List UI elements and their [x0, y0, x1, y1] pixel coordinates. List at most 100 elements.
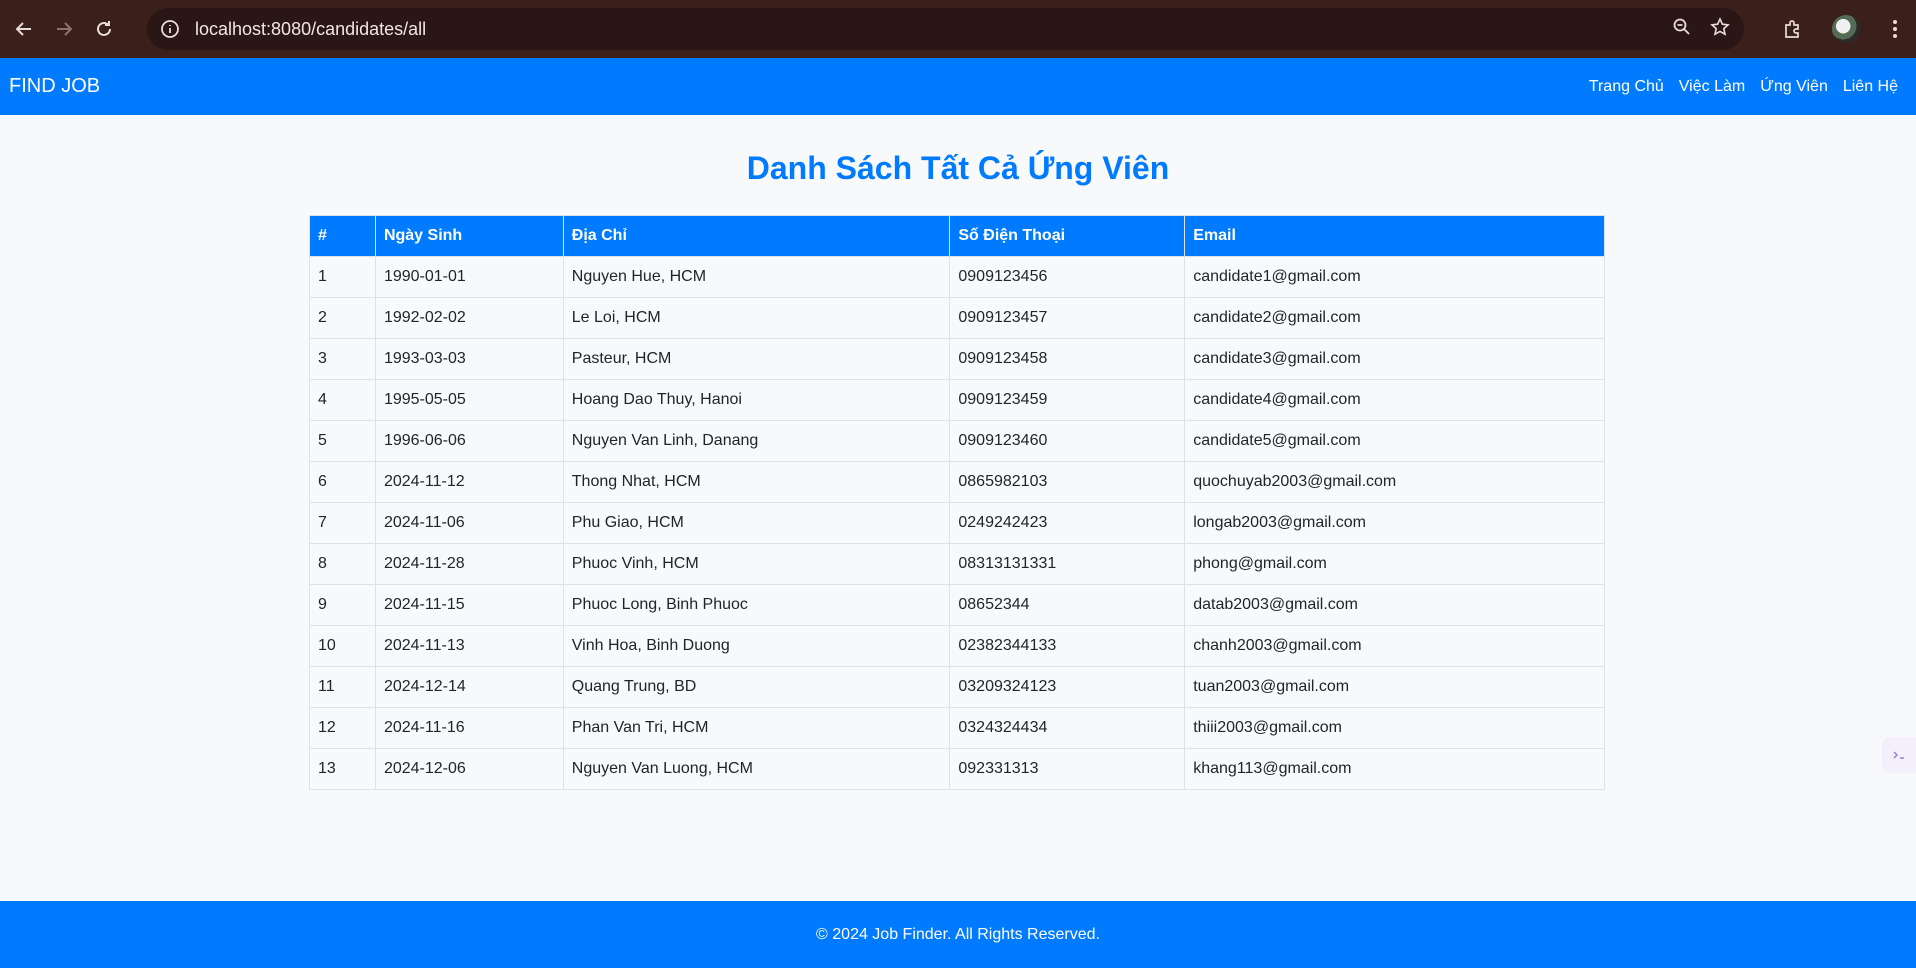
column-header-birthdate: Ngày Sinh — [374, 215, 564, 257]
table-row: 7 2024-11-06 Phu Giao, HCM 0249242423 lo… — [309, 502, 1605, 544]
table-row: 5 1996-06-06 Nguyen Van Linh, Danang 090… — [309, 420, 1605, 462]
cell-email: khang113@gmail.com — [1184, 748, 1605, 790]
table-row: 4 1995-05-05 Hoang Dao Thuy, Hanoi 09091… — [309, 379, 1605, 421]
cell-birthdate: 1996-06-06 — [374, 420, 564, 462]
extensions-icon[interactable] — [1772, 8, 1814, 50]
cell-email: phong@gmail.com — [1184, 543, 1605, 585]
cell-birthdate: 2024-12-14 — [374, 666, 564, 708]
cell-index: 9 — [309, 584, 376, 626]
candidates-table: # Ngày Sinh Địa Chỉ Số Điện Thoại Email … — [309, 215, 1605, 790]
table-row: 10 2024-11-13 Vinh Hoa, Binh Duong 02382… — [309, 625, 1605, 667]
menu-kebab-icon[interactable] — [1874, 8, 1916, 50]
nav-link-home[interactable]: Trang Chủ — [1589, 78, 1664, 96]
bookmark-star-icon[interactable] — [1710, 16, 1730, 42]
cell-address: Phuoc Long, Binh Phuoc — [562, 584, 951, 626]
cell-address: Pasteur, HCM — [562, 338, 951, 380]
nav-link-candidates[interactable]: Ứng Viên — [1760, 78, 1828, 96]
table-row: 6 2024-11-12 Thong Nhat, HCM 0865982103 … — [309, 461, 1605, 503]
footer-copyright: © 2024 Job Finder. All Rights Reserved. — [816, 925, 1100, 943]
page-title: Danh Sách Tất Cả Ứng Viên — [746, 150, 1170, 186]
cell-email: candidate3@gmail.com — [1184, 338, 1605, 380]
table-row: 8 2024-11-28 Phuoc Vinh, HCM 08313131331… — [309, 543, 1605, 585]
cell-birthdate: 2024-11-28 — [374, 543, 564, 585]
cell-phone: 092331313 — [949, 748, 1186, 790]
zoom-icon[interactable] — [1672, 17, 1692, 42]
cell-address: Le Loi, HCM — [562, 297, 951, 339]
cell-email: chanh2003@gmail.com — [1184, 625, 1605, 667]
cell-index: 11 — [309, 666, 376, 708]
cell-birthdate: 2024-11-13 — [374, 625, 564, 667]
cell-phone: 0909123460 — [949, 420, 1186, 462]
table-row: 1 1990-01-01 Nguyen Hue, HCM 0909123456 … — [309, 256, 1605, 298]
side-assistant-widget-icon[interactable] — [1882, 737, 1916, 773]
reload-icon[interactable] — [84, 9, 124, 49]
cell-phone: 0249242423 — [949, 502, 1186, 544]
cell-address: Phu Giao, HCM — [562, 502, 951, 544]
cell-email: longab2003@gmail.com — [1184, 502, 1605, 544]
cell-phone: 0909123457 — [949, 297, 1186, 339]
cell-address: Quang Trung, BD — [562, 666, 951, 708]
cell-birthdate: 1993-03-03 — [374, 338, 564, 380]
brand-logo[interactable]: FIND JOB — [9, 75, 100, 98]
cell-phone: 02382344133 — [949, 625, 1186, 667]
cell-phone: 08652344 — [949, 584, 1186, 626]
table-row: 2 1992-02-02 Le Loi, HCM 0909123457 cand… — [309, 297, 1605, 339]
column-header-index: # — [309, 215, 376, 257]
cell-address: Hoang Dao Thuy, Hanoi — [562, 379, 951, 421]
site-navbar: FIND JOB Trang Chủ Việc Làm Ứng Viên Liê… — [0, 58, 1916, 115]
table-row: 9 2024-11-15 Phuoc Long, Binh Phuoc 0865… — [309, 584, 1605, 626]
cell-email: datab2003@gmail.com — [1184, 584, 1605, 626]
cell-email: tuan2003@gmail.com — [1184, 666, 1605, 708]
cell-index: 1 — [309, 256, 376, 298]
column-header-address: Địa Chỉ — [562, 215, 951, 257]
cell-phone: 0909123459 — [949, 379, 1186, 421]
cell-index: 12 — [309, 707, 376, 749]
cell-address: Nguyen Hue, HCM — [562, 256, 951, 298]
cell-phone: 0324324434 — [949, 707, 1186, 749]
cell-index: 6 — [309, 461, 376, 503]
nav-link-jobs[interactable]: Việc Làm — [1679, 78, 1745, 96]
cell-email: candidate1@gmail.com — [1184, 256, 1605, 298]
cell-phone: 0909123458 — [949, 338, 1186, 380]
cell-birthdate: 2024-11-15 — [374, 584, 564, 626]
cell-birthdate: 1995-05-05 — [374, 379, 564, 421]
cell-birthdate: 2024-12-06 — [374, 748, 564, 790]
table-row: 13 2024-12-06 Nguyen Van Luong, HCM 0923… — [309, 748, 1605, 790]
cell-phone: 0865982103 — [949, 461, 1186, 503]
cell-index: 13 — [309, 748, 376, 790]
cell-phone: 03209324123 — [949, 666, 1186, 708]
cell-birthdate: 2024-11-12 — [374, 461, 564, 503]
site-info-icon[interactable] — [157, 16, 183, 42]
profile-avatar[interactable] — [1832, 15, 1860, 43]
cell-phone: 08313131331 — [949, 543, 1186, 585]
site-footer: © 2024 Job Finder. All Rights Reserved. — [0, 901, 1916, 968]
cell-address: Nguyen Van Luong, HCM — [562, 748, 951, 790]
cell-address: Phuoc Vinh, HCM — [562, 543, 951, 585]
cell-index: 3 — [309, 338, 376, 380]
cell-index: 2 — [309, 297, 376, 339]
address-bar[interactable]: localhost:8080/candidates/all — [147, 8, 1744, 50]
forward-arrow-icon[interactable] — [44, 9, 84, 49]
url-text[interactable]: localhost:8080/candidates/all — [195, 19, 426, 40]
table-row: 12 2024-11-16 Phan Van Tri, HCM 03243244… — [309, 707, 1605, 749]
cell-phone: 0909123456 — [949, 256, 1186, 298]
cell-birthdate: 1992-02-02 — [374, 297, 564, 339]
cell-address: Vinh Hoa, Binh Duong — [562, 625, 951, 667]
cell-email: candidate4@gmail.com — [1184, 379, 1605, 421]
browser-toolbar: localhost:8080/candidates/all — [0, 0, 1916, 58]
table-header-row: # Ngày Sinh Địa Chỉ Số Điện Thoại Email — [309, 215, 1605, 257]
cell-birthdate: 2024-11-16 — [374, 707, 564, 749]
cell-birthdate: 2024-11-06 — [374, 502, 564, 544]
cell-email: candidate2@gmail.com — [1184, 297, 1605, 339]
back-arrow-icon[interactable] — [4, 9, 44, 49]
table-row: 3 1993-03-03 Pasteur, HCM 0909123458 can… — [309, 338, 1605, 380]
cell-email: thiii2003@gmail.com — [1184, 707, 1605, 749]
nav-link-contact[interactable]: Liên Hệ — [1843, 78, 1898, 96]
cell-index: 5 — [309, 420, 376, 462]
candidates-table-container: # Ngày Sinh Địa Chỉ Số Điện Thoại Email … — [309, 215, 1605, 790]
cell-index: 7 — [309, 502, 376, 544]
cell-address: Thong Nhat, HCM — [562, 461, 951, 503]
cell-index: 4 — [309, 379, 376, 421]
column-header-email: Email — [1184, 215, 1605, 257]
table-body: 1 1990-01-01 Nguyen Hue, HCM 0909123456 … — [309, 256, 1605, 790]
